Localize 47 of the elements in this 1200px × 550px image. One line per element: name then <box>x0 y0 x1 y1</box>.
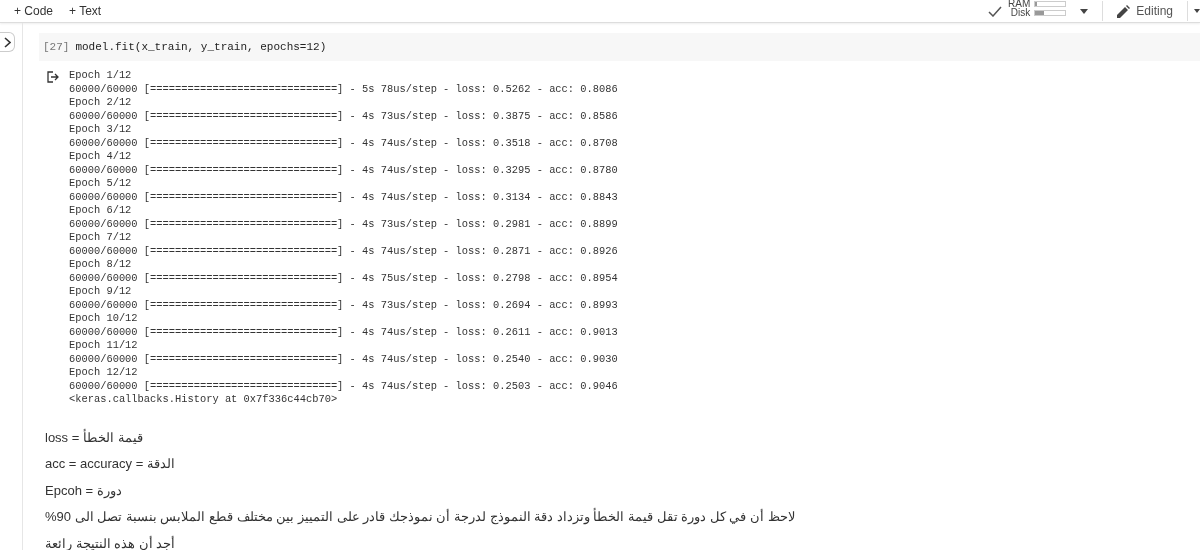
chevron-icon <box>3 36 11 48</box>
text-line: loss = قيمة الخطأ <box>45 429 143 445</box>
output-line: 60000/60000 [==============================] - 4s 73us/step - loss: 0.2981 - acc: 0.8899 <box>69 217 618 231</box>
resource-meter <box>1034 9 1067 16</box>
pencil-icon <box>1117 4 1131 18</box>
output-line: Epoch 9/12 <box>69 285 133 299</box>
output-line: 60000/60000 [==============================] - 4s 74us/step - loss: 0.3295 - acc: 0.8780 <box>69 163 618 177</box>
output-line: 60000/60000 [==============================] - 4s 73us/step - loss: 0.2694 - acc: 0.8993 <box>69 298 618 312</box>
output-line: 60000/60000 [==============================] - 4s 74us/step - loss: 0.2503 - acc: 0.9046 <box>69 379 618 393</box>
text-line: Epcoh = دورة <box>45 482 122 498</box>
output-line: 60000/60000 [==============================] - 4s 74us/step - loss: 0.2611 - acc: 0.9013 <box>69 325 618 339</box>
code-cell[interactable]: [27] model.fit(x_train, y_train, epochs=12) <box>39 33 1200 61</box>
execution-count: [27] <box>43 41 70 53</box>
output-line: Epoch 12/12 <box>69 366 139 380</box>
output-line: Epoch 2/12 <box>69 96 133 110</box>
text-line: أجد أن هذه النتيجة رائعة <box>45 535 176 550</box>
output-line: 60000/60000 [==============================] - 4s 75us/step - loss: 0.2798 - acc: 0.8954 <box>69 271 618 285</box>
text-line: acc = accuracy = الدقة <box>45 456 175 471</box>
output-line: Epoch 11/12 <box>69 339 139 353</box>
output-line: Epoch 5/12 <box>69 177 133 191</box>
check-icon <box>988 5 1003 17</box>
output-line: 60000/60000 [==============================] - 4s 74us/step - loss: 0.3518 - acc: 0.8708 <box>69 136 618 150</box>
text-line: لاحظ أن في كل دورة تقل قيمة الخطأ وتزداد دقة النموذج لدرجة أن نموذجك قادر على التمييز بين مختلف قطع الملابس بنسبة تصل الى 90% <box>45 509 795 525</box>
meter-label: Disk <box>1010 8 1031 17</box>
add-cell-button[interactable]: + Code <box>8 2 60 20</box>
output-line: Epoch 3/12 <box>69 123 133 137</box>
output-line: 60000/60000 [==============================] - 4s 74us/step - loss: 0.2871 - acc: 0.8926 <box>69 244 618 258</box>
output-line: 60000/60000 [==============================] - 4s 73us/step - loss: 0.3875 - acc: 0.8586 <box>69 109 618 123</box>
add-cell-button[interactable]: + Text <box>63 2 108 20</box>
output-line: Epoch 4/12 <box>69 150 133 164</box>
resource-meter <box>1034 0 1067 7</box>
sidebar-toggle[interactable] <box>0 32 15 52</box>
caret-icon[interactable] <box>1194 9 1200 13</box>
code-line: model.fit(x_train, y_train, epochs=12) <box>75 41 327 53</box>
output-line: Epoch 1/12 <box>69 69 133 83</box>
output-icon <box>47 71 59 83</box>
output-line: 60000/60000 [==============================] - 4s 74us/step - loss: 0.2540 - acc: 0.9030 <box>69 352 618 366</box>
editing-button[interactable]: Editing <box>1109 2 1181 20</box>
output-line: Epoch 8/12 <box>69 258 133 272</box>
caret-icon[interactable] <box>1080 8 1089 14</box>
output-line: <keras.callbacks.History at 0x7f336c44cb70> <box>69 393 339 407</box>
output-line: Epoch 7/12 <box>69 231 133 245</box>
output-line: 60000/60000 [==============================] - 4s 74us/step - loss: 0.3134 - acc: 0.8843 <box>69 190 618 204</box>
output-line: Epoch 10/12 <box>69 312 139 326</box>
output-line: Epoch 6/12 <box>69 204 133 218</box>
meter-label: RAM <box>1008 0 1031 8</box>
output-line: 60000/60000 [==============================] - 5s 78us/step - loss: 0.5262 - acc: 0.8086 <box>69 82 618 96</box>
